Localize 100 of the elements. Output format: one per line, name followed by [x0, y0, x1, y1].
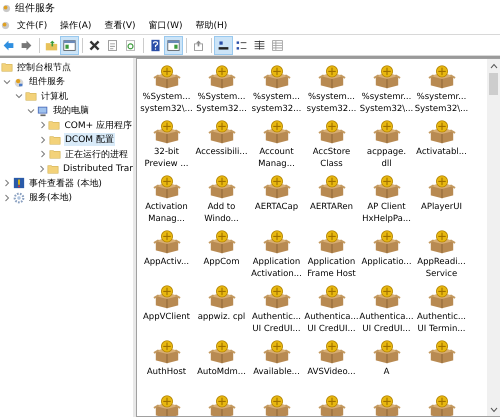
package-icon — [318, 174, 346, 200]
package-icon — [372, 229, 400, 255]
tree-item[interactable]: COM+ 应用程序 — [63, 118, 133, 132]
package-icon — [428, 284, 456, 310]
package-icon — [208, 229, 236, 255]
expand-toggle[interactable] — [38, 136, 48, 144]
item-label[interactable]: Authentica... UI CredUI... — [359, 311, 414, 335]
item-label[interactable]: %System... system32\... — [140, 91, 193, 115]
tree-item[interactable]: 控制台根节点 — [16, 60, 72, 74]
expand-toggle[interactable] — [38, 121, 48, 130]
menu-item[interactable]: 窗口(W) — [142, 18, 190, 32]
item-label[interactable]: %system... system32... — [252, 91, 302, 115]
item-label[interactable]: Add to Windo... — [204, 201, 239, 225]
expand-toggle[interactable] — [14, 92, 24, 100]
computer-icon — [37, 104, 49, 117]
item-label[interactable]: AppActiv... — [144, 256, 190, 268]
item-label[interactable]: 32-bit Preview ... — [144, 146, 188, 170]
package-icon — [262, 339, 290, 365]
expand-toggle[interactable] — [26, 106, 36, 115]
item-label[interactable]: A — [384, 366, 390, 378]
vertical-scrollbar[interactable] — [487, 59, 500, 416]
folder-icon — [47, 162, 59, 175]
item-label[interactable]: Account Manag... — [258, 146, 295, 170]
tree-item[interactable]: 计算机 — [40, 90, 69, 103]
package-icon — [262, 394, 290, 416]
item-label[interactable]: %system... system32... — [306, 91, 356, 115]
tree-item[interactable]: Distributed Trar — [62, 164, 133, 174]
tree-item[interactable]: 事件查看器 (本地) — [28, 176, 103, 190]
scroll-down-icon[interactable] — [490, 407, 498, 413]
item-label[interactable]: AERTACap — [254, 201, 298, 213]
package-icon — [318, 229, 346, 255]
package-icon — [208, 64, 236, 90]
tree-item[interactable]: DCOM 配置 — [64, 133, 115, 146]
item-label[interactable]: AutoMdm... — [197, 366, 246, 378]
package-icon — [262, 229, 290, 255]
package-icon — [262, 119, 290, 145]
package-icon — [428, 174, 456, 200]
item-label[interactable]: Available... — [253, 366, 300, 378]
expand-toggle[interactable] — [2, 194, 12, 202]
package-icon — [372, 394, 400, 416]
tree-item[interactable]: 组件服务 — [28, 75, 66, 88]
expand-toggle[interactable] — [38, 150, 48, 158]
package-icon — [372, 339, 400, 365]
tree-item[interactable]: 正在运行的进程 — [64, 148, 129, 161]
gear-icon — [13, 192, 25, 204]
package-icon — [152, 174, 180, 200]
console-tree-icon[interactable] — [61, 36, 78, 54]
package-icon — [318, 64, 346, 90]
folder-icon — [1, 61, 13, 74]
large-icons-icon[interactable] — [215, 36, 232, 54]
package-icon — [428, 339, 456, 365]
package-icon — [428, 394, 456, 416]
expand-toggle[interactable] — [2, 179, 12, 188]
item-label[interactable]: Application Frame Host — [307, 256, 356, 280]
package-icon — [318, 339, 346, 365]
tree-item[interactable]: 服务(本地) — [28, 191, 74, 204]
item-label[interactable]: Authentic... UI CredUI... — [252, 311, 301, 335]
item-label[interactable]: AppCom — [203, 256, 240, 268]
scroll-up-icon[interactable] — [490, 63, 498, 69]
item-label[interactable]: %systemr... System32\... — [414, 91, 468, 115]
item-label[interactable]: AERTARen — [310, 201, 353, 213]
log-icon — [13, 177, 25, 190]
package-icon — [152, 229, 180, 255]
item-label[interactable]: %systemr... System32\... — [360, 91, 414, 115]
menu-item[interactable]: 文件(F) — [11, 18, 54, 32]
item-label[interactable]: AppVClient — [142, 311, 190, 323]
item-label[interactable]: AppReadi... Service — [417, 256, 466, 280]
item-label[interactable]: Application Activation... — [251, 256, 302, 280]
item-label[interactable]: Accessibili... — [195, 146, 248, 158]
item-label[interactable]: Authentica... UI CredUI... — [304, 311, 359, 335]
item-label[interactable]: AP Client HxHelpPa... — [362, 201, 411, 225]
item-label[interactable]: AuthHost — [146, 366, 186, 378]
package-icon — [428, 119, 456, 145]
folder-icon — [49, 134, 61, 146]
menu-item[interactable]: 操作(A) — [54, 18, 98, 32]
item-label[interactable]: Applicatio... — [361, 256, 412, 268]
item-label[interactable]: AccStore Class — [312, 146, 350, 170]
package-icon — [208, 339, 236, 365]
item-label[interactable]: APlayerUI — [421, 201, 462, 213]
expand-toggle[interactable] — [38, 164, 46, 173]
menu-item[interactable]: 查看(V) — [98, 18, 143, 32]
item-label[interactable]: Activatabl... — [416, 146, 467, 158]
window-title: 组件服务 — [15, 2, 55, 15]
folder-icon — [49, 148, 61, 160]
item-label[interactable]: AVSVideo... — [307, 366, 356, 378]
item-label[interactable]: acppage. dll — [366, 146, 406, 170]
expand-toggle[interactable] — [2, 78, 12, 86]
package-icon — [262, 64, 290, 90]
item-label[interactable]: Activation Manag... — [145, 201, 188, 225]
scroll-thumb[interactable] — [489, 73, 498, 95]
menu-item[interactable]: 帮助(H) — [190, 18, 234, 32]
action-pane-icon[interactable] — [165, 36, 182, 54]
package-icon — [262, 174, 290, 200]
package-icon — [428, 64, 456, 90]
package-icon — [318, 119, 346, 145]
item-label[interactable]: Authentic... UI Termin... — [416, 311, 466, 335]
app-icon[interactable] — [0, 20, 11, 30]
tree-item[interactable]: 我的电脑 — [52, 104, 90, 118]
item-label[interactable]: %System... System32... — [196, 91, 247, 115]
item-label[interactable]: appwiz. cpl — [198, 311, 246, 323]
